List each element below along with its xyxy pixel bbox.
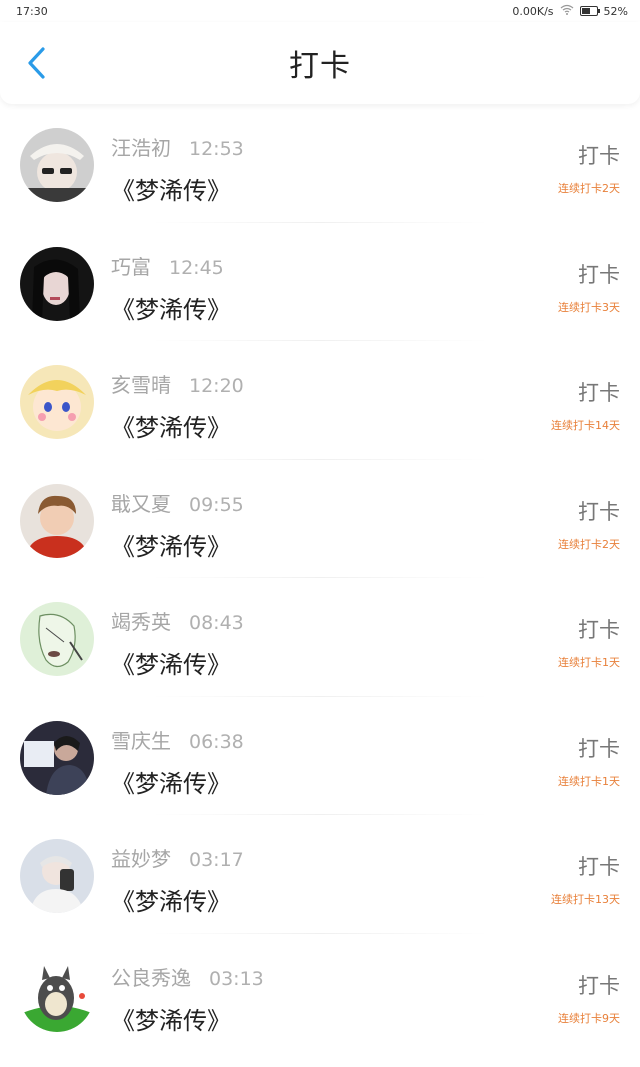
user-name: 戢又夏 — [111, 491, 171, 516]
list-item[interactable]: 竭秀英 08:43 《梦浠传》 打卡 连续打卡1天 — [0, 578, 640, 697]
status-time: 17:30 — [16, 4, 48, 18]
checkin-time: 12:53 — [189, 138, 244, 160]
user-name: 益妙梦 — [111, 847, 171, 871]
checkin-time: 08:43 — [189, 612, 244, 634]
checkin-label: 打卡 — [578, 973, 620, 998]
checkin-time: 03:17 — [189, 849, 244, 871]
wifi-icon — [560, 4, 574, 18]
book-title: 《梦浠传》 — [111, 177, 231, 205]
status-indicators: 0.00K/s 52% — [512, 4, 628, 18]
checkin-list: 汪浩初 12:53 《梦浠传》 打卡 连续打卡2天 巧富 12:45 《梦浠传》… — [0, 104, 640, 1052]
avatar[interactable] — [20, 365, 94, 439]
app-header: 打卡 — [0, 22, 640, 104]
user-name: 亥雪晴 — [111, 373, 171, 397]
network-speed: 0.00K/s — [512, 4, 554, 18]
avatar[interactable] — [20, 246, 94, 321]
avatar[interactable] — [20, 957, 94, 1032]
streak-badge: 连续打卡1天 — [558, 774, 620, 788]
checkin-label: 打卡 — [578, 381, 620, 405]
checkin-label: 打卡 — [578, 144, 620, 168]
avatar[interactable] — [20, 720, 94, 795]
avatar[interactable] — [20, 483, 94, 558]
streak-badge: 连续打卡9天 — [558, 1011, 620, 1025]
checkin-time: 03:13 — [209, 967, 264, 990]
checkin-time: 09:55 — [189, 493, 244, 516]
checkin-time: 12:20 — [189, 375, 244, 397]
user-name: 巧富 — [111, 254, 151, 279]
streak-badge: 连续打卡2天 — [558, 537, 620, 551]
user-name: 公良秀逸 — [111, 965, 191, 990]
checkin-time: 06:38 — [189, 730, 244, 753]
book-title: 《梦浠传》 — [111, 888, 231, 916]
user-name: 雪庆生 — [111, 728, 171, 753]
checkin-label: 打卡 — [578, 855, 620, 879]
battery-icon — [579, 6, 600, 16]
back-button[interactable] — [18, 43, 54, 83]
user-name: 汪浩初 — [111, 136, 171, 160]
list-item[interactable]: 亥雪晴 12:20 《梦浠传》 打卡 连续打卡14天 — [0, 341, 640, 460]
book-title: 《梦浠传》 — [111, 1006, 231, 1035]
list-item[interactable]: 巧富 12:45 《梦浠传》 打卡 连续打卡3天 — [0, 223, 640, 341]
checkin-time: 12:45 — [169, 256, 224, 279]
avatar[interactable] — [20, 602, 94, 676]
list-item[interactable]: 汪浩初 12:53 《梦浠传》 打卡 连续打卡2天 — [0, 104, 640, 223]
checkin-label: 打卡 — [578, 262, 620, 287]
book-title: 《梦浠传》 — [111, 651, 231, 679]
page-title: 打卡 — [289, 49, 351, 84]
book-title: 《梦浠传》 — [111, 295, 231, 324]
list-item[interactable]: 公良秀逸 03:13 《梦浠传》 打卡 连续打卡9天 — [0, 934, 640, 1053]
book-title: 《梦浠传》 — [111, 532, 231, 561]
checkin-label: 打卡 — [578, 499, 620, 524]
streak-badge: 连续打卡2天 — [558, 182, 620, 195]
avatar[interactable] — [20, 128, 94, 202]
checkin-label: 打卡 — [578, 618, 620, 642]
streak-badge: 连续打卡1天 — [558, 656, 620, 669]
back-chevron-icon — [28, 47, 45, 79]
streak-badge: 连续打卡14天 — [551, 419, 620, 432]
book-title: 《梦浠传》 — [111, 769, 231, 798]
checkin-label: 打卡 — [578, 736, 620, 761]
list-item[interactable]: 雪庆生 06:38 《梦浠传》 打卡 连续打卡1天 — [0, 697, 640, 815]
streak-badge: 连续打卡3天 — [558, 300, 620, 314]
streak-badge: 连续打卡13天 — [551, 893, 620, 906]
status-bar: 17:30 0.00K/s 52% — [0, 0, 640, 22]
book-title: 《梦浠传》 — [111, 414, 231, 442]
user-name: 竭秀英 — [111, 610, 171, 634]
list-item[interactable]: 益妙梦 03:17 《梦浠传》 打卡 连续打卡13天 — [0, 815, 640, 934]
list-item[interactable]: 戢又夏 09:55 《梦浠传》 打卡 连续打卡2天 — [0, 460, 640, 578]
avatar[interactable] — [20, 839, 94, 913]
battery-percent: 52% — [603, 4, 628, 18]
